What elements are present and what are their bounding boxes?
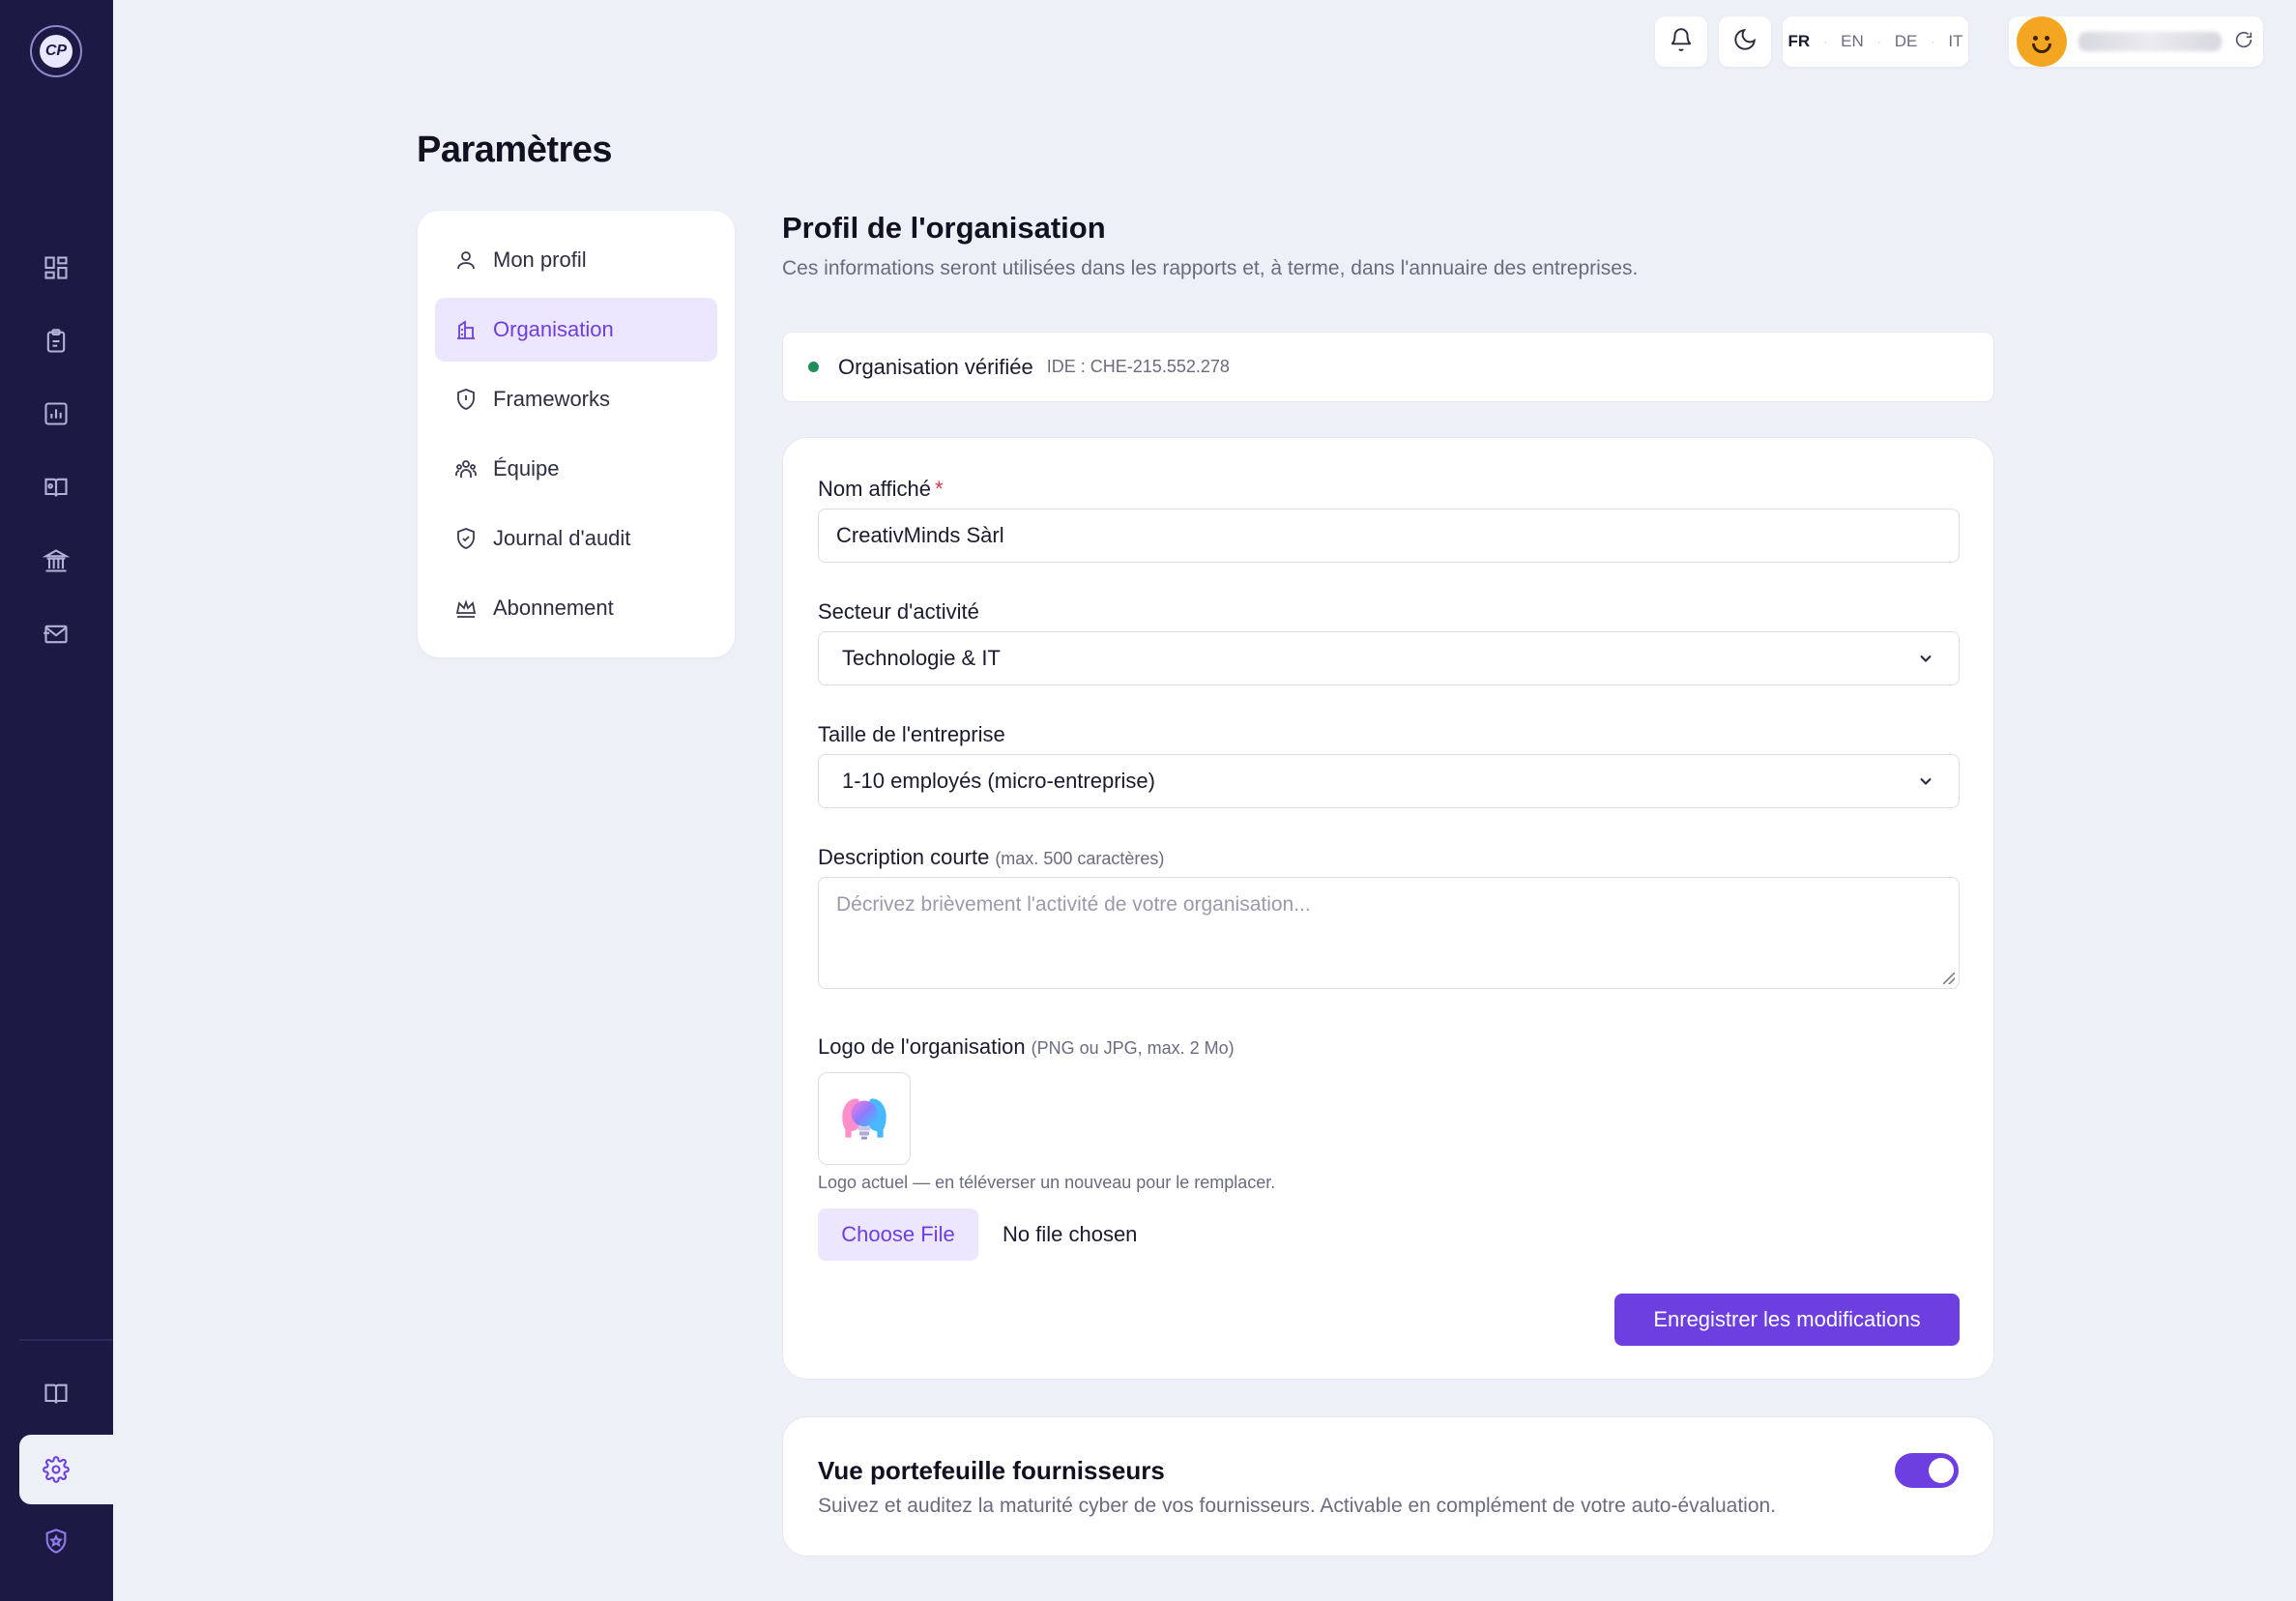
file-status: No file chosen bbox=[1003, 1222, 1138, 1246]
choose-file-button[interactable]: Choose File bbox=[818, 1208, 978, 1261]
vendor-portfolio-description: Suivez et auditez la maturité cyber de v… bbox=[818, 1495, 1777, 1517]
bell-icon bbox=[1669, 27, 1694, 57]
shield-check-icon bbox=[457, 528, 475, 549]
settings-nav-organisation[interactable]: Organisation bbox=[435, 298, 717, 362]
building-icon[interactable] bbox=[39, 543, 73, 578]
sector-value: Technologie & IT bbox=[842, 646, 1001, 670]
logo-label: Logo de l'organisation (PNG ou JPG, max. … bbox=[818, 1034, 1235, 1059]
crown-icon bbox=[455, 599, 477, 618]
display-name-input[interactable]: CreativMinds Sàrl bbox=[818, 509, 1960, 563]
nav-label: Journal d'audit bbox=[493, 526, 631, 550]
display-name-value: CreativMinds Sàrl bbox=[836, 523, 1004, 547]
dashboard-icon[interactable] bbox=[39, 250, 73, 285]
theme-toggle-button[interactable] bbox=[1719, 16, 1771, 67]
nav-label: Abonnement bbox=[493, 596, 614, 620]
required-mark: * bbox=[934, 477, 944, 501]
mail-send-icon[interactable] bbox=[39, 617, 73, 652]
separator-dot: · bbox=[1876, 35, 1881, 48]
book-icon[interactable] bbox=[39, 1377, 73, 1412]
short-description-placeholder: Décrivez brièvement l'activité de votre … bbox=[836, 893, 1311, 916]
company-size-select[interactable]: 1-10 employés (micro-entreprise) bbox=[818, 754, 1960, 808]
vendor-portfolio-toggle[interactable] bbox=[1895, 1453, 1959, 1488]
settings-nav-team[interactable]: Équipe bbox=[435, 437, 717, 501]
page-title: Paramètres bbox=[417, 130, 613, 170]
verified-label: Organisation vérifiée bbox=[838, 354, 1033, 379]
org-profile-form: Nom affiché * CreativMinds Sàrl Secteur d… bbox=[782, 437, 1994, 1380]
save-changes-button[interactable]: Enregistrer les modifications bbox=[1614, 1294, 1960, 1346]
language-de[interactable]: DE bbox=[1889, 32, 1924, 51]
section-title: Profil de l'organisation bbox=[782, 211, 1106, 245]
book-open-icon[interactable] bbox=[39, 470, 73, 505]
toggle-knob bbox=[1929, 1458, 1954, 1483]
user-menu[interactable] bbox=[2009, 16, 2263, 67]
settings-nav-my-profile[interactable]: Mon profil bbox=[435, 228, 717, 292]
rail-divider bbox=[19, 1339, 113, 1341]
nav-label: Organisation bbox=[493, 317, 614, 341]
user-name-blurred bbox=[2078, 32, 2222, 51]
company-size-label: Taille de l'entreprise bbox=[818, 722, 1005, 746]
gear-icon[interactable] bbox=[39, 1452, 73, 1487]
language-fr[interactable]: FR bbox=[1782, 32, 1816, 51]
shield-star-icon[interactable] bbox=[39, 1524, 73, 1558]
chevron-down-icon bbox=[1920, 777, 1932, 785]
logo-caption: Logo actuel — en téléverser un nouveau p… bbox=[818, 1173, 1276, 1192]
language-switcher: FR · EN · DE · IT bbox=[1783, 16, 1968, 67]
team-icon bbox=[455, 460, 477, 478]
app-logo-mark: CP bbox=[40, 35, 73, 68]
ide-number: IDE : CHE-215.552.278 bbox=[1046, 357, 1230, 376]
short-description-textarea[interactable]: Décrivez brièvement l'activité de votre … bbox=[818, 877, 1960, 989]
nav-label: Mon profil bbox=[493, 247, 587, 272]
lightbulb-heads-logo bbox=[842, 1098, 886, 1140]
settings-nav: Mon profil Organisation Frameworks Équip… bbox=[418, 211, 735, 657]
clipboard-icon[interactable] bbox=[39, 324, 73, 359]
section-description: Ces informations seront utilisées dans l… bbox=[782, 257, 1639, 279]
bar-chart-icon[interactable] bbox=[39, 396, 73, 431]
chevron-down-icon bbox=[1920, 655, 1932, 662]
sector-select[interactable]: Technologie & IT bbox=[818, 631, 1960, 685]
avatar bbox=[2017, 16, 2067, 67]
logo-preview bbox=[818, 1072, 911, 1165]
shield-icon bbox=[457, 389, 475, 410]
vendor-portfolio-card: Vue portefeuille fournisseurs Suivez et … bbox=[782, 1416, 1994, 1557]
verification-status: Organisation vérifiée IDE : CHE-215.552.… bbox=[782, 332, 1994, 402]
vendor-portfolio-title: Vue portefeuille fournisseurs bbox=[818, 1456, 1165, 1485]
settings-nav-frameworks[interactable]: Frameworks bbox=[435, 367, 717, 431]
separator-dot: · bbox=[1823, 35, 1828, 48]
nav-label: Équipe bbox=[493, 456, 560, 480]
logo-hint: (PNG ou JPG, max. 2 Mo) bbox=[1031, 1038, 1235, 1058]
user-icon bbox=[457, 251, 475, 270]
settings-nav-subscription[interactable]: Abonnement bbox=[435, 576, 717, 640]
notifications-button[interactable] bbox=[1655, 16, 1707, 67]
display-name-label: Nom affiché * bbox=[818, 477, 944, 501]
app-logo[interactable]: CP bbox=[30, 25, 82, 77]
building-icon bbox=[457, 320, 475, 339]
sector-label: Secteur d'activité bbox=[818, 599, 979, 624]
company-size-value: 1-10 employés (micro-entreprise) bbox=[842, 769, 1155, 793]
logout-icon[interactable] bbox=[2233, 29, 2254, 55]
sidebar-rail: CP bbox=[0, 0, 113, 1601]
short-description-label: Description courte (max. 500 caractères) bbox=[818, 845, 1165, 869]
nav-label: Frameworks bbox=[493, 387, 611, 411]
language-en[interactable]: EN bbox=[1835, 32, 1870, 51]
separator-dot: · bbox=[1931, 35, 1935, 48]
status-dot bbox=[808, 362, 819, 372]
moon-icon bbox=[1732, 27, 1758, 57]
language-it[interactable]: IT bbox=[1942, 32, 1968, 51]
settings-nav-audit-log[interactable]: Journal d'audit bbox=[435, 507, 717, 570]
resize-handle[interactable] bbox=[1943, 973, 1955, 984]
short-description-hint: (max. 500 caractères) bbox=[995, 849, 1165, 868]
